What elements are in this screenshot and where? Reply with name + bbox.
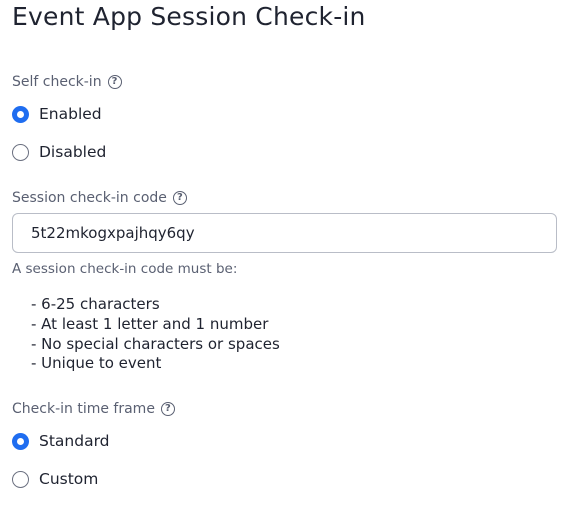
radio-unchecked-icon[interactable]	[12, 470, 29, 488]
session-code-label: Session check-in code	[12, 190, 167, 206]
radio-checked-icon[interactable]	[12, 432, 29, 450]
radio-checked-icon[interactable]	[12, 105, 29, 123]
radio-disabled[interactable]: Disabled	[12, 143, 106, 161]
session-code-label-row: Session check-in code ?	[12, 190, 187, 206]
session-code-rules: - 6-25 characters - At least 1 letter an…	[31, 295, 280, 374]
radio-disabled-label: Disabled	[39, 143, 107, 161]
radio-enabled-label: Enabled	[39, 105, 102, 123]
radio-standard[interactable]: Standard	[12, 432, 110, 450]
question-circle-icon[interactable]: ?	[107, 75, 122, 89]
radio-custom[interactable]: Custom	[12, 470, 98, 488]
rule-item: - No special characters or spaces	[31, 334, 280, 353]
self-checkin-label: Self check-in	[12, 74, 102, 90]
question-circle-icon[interactable]: ?	[160, 402, 175, 416]
radio-standard-label: Standard	[39, 432, 110, 450]
page-title: Event App Session Check-in	[12, 2, 366, 31]
radio-unchecked-icon[interactable]	[12, 143, 29, 161]
rule-item: - 6-25 characters	[31, 295, 160, 313]
session-code-input[interactable]	[12, 213, 557, 253]
radio-custom-label: Custom	[39, 470, 99, 488]
question-circle-icon[interactable]: ?	[172, 191, 187, 205]
self-checkin-label-row: Self check-in ?	[12, 74, 122, 90]
rule-item: - Unique to event	[31, 354, 162, 373]
time-frame-label-row: Check-in time frame ?	[12, 401, 175, 417]
time-frame-label: Check-in time frame	[12, 401, 155, 417]
session-code-hint: A session check-in code must be:	[12, 261, 238, 277]
rule-item: - At least 1 letter and 1 number	[31, 314, 269, 333]
radio-enabled[interactable]: Enabled	[12, 105, 102, 123]
